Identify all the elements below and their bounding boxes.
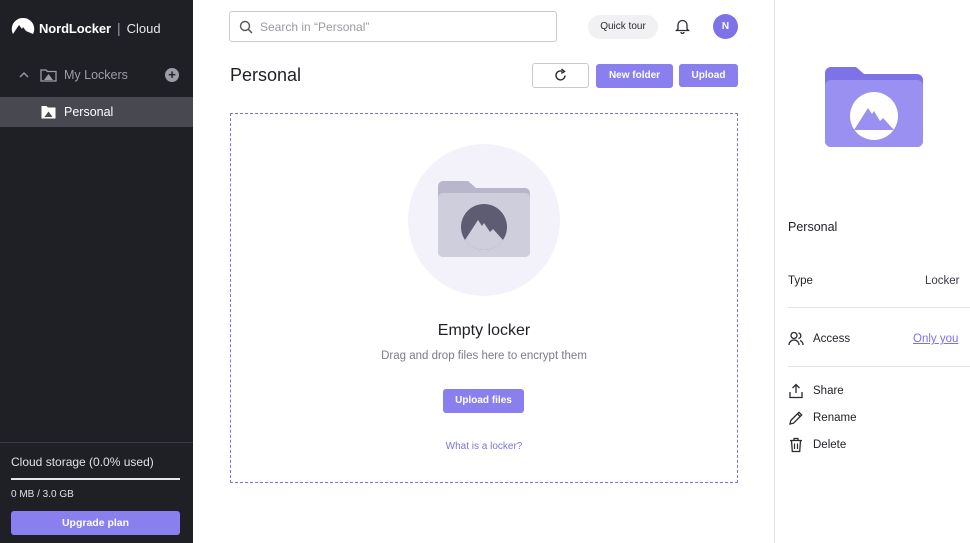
brand-name: NordLocker	[39, 20, 111, 36]
upload-button[interactable]: Upload	[679, 64, 738, 87]
divider	[788, 366, 970, 367]
divider	[788, 307, 970, 308]
upload-files-button[interactable]: Upload files	[443, 389, 524, 413]
search-box[interactable]	[229, 11, 557, 42]
sidebar-item-personal[interactable]: Personal	[0, 97, 193, 127]
new-folder-button[interactable]: New folder	[596, 64, 673, 88]
share-label: Share	[813, 385, 844, 397]
share-icon	[789, 383, 803, 399]
search-icon	[239, 20, 253, 34]
my-lockers-label: My Lockers	[64, 68, 128, 82]
rename-label: Rename	[813, 412, 857, 424]
storage-title: Cloud storage (0.0% used)	[11, 455, 154, 469]
bell-icon[interactable]	[675, 18, 690, 34]
pencil-icon	[789, 411, 803, 425]
brand-product: Cloud	[126, 20, 161, 36]
brand[interactable]: NordLocker | Cloud	[11, 16, 161, 40]
refresh-button[interactable]	[532, 63, 589, 88]
sidebar: NordLocker | Cloud My Lockers + Personal…	[0, 0, 193, 543]
users-icon	[788, 331, 804, 346]
refresh-icon	[555, 68, 566, 81]
lockers-icon	[40, 69, 57, 82]
storage-progress-bar	[11, 478, 180, 480]
access-label: Access	[813, 333, 851, 345]
empty-state-subtitle: Drag and drop files here to encrypt them	[381, 350, 587, 362]
storage-size: 0 MB / 3.0 GB	[11, 489, 74, 500]
type-label: Type	[788, 275, 813, 287]
empty-state-title: Empty locker	[437, 322, 531, 339]
nordlocker-logo-icon	[11, 17, 35, 34]
access-value-link[interactable]: Only you	[913, 333, 958, 345]
storage-panel: Cloud storage (0.0% used) 0 MB / 3.0 GB …	[0, 442, 193, 543]
app: NordLocker | Cloud My Lockers + Personal…	[0, 0, 970, 543]
upgrade-plan-button[interactable]: Upgrade plan	[11, 511, 180, 535]
details-title: Personal	[788, 220, 838, 234]
trash-icon	[790, 437, 802, 453]
add-locker-icon[interactable]: +	[165, 68, 179, 82]
search-input[interactable]	[260, 18, 550, 36]
brand-separator: |	[116, 20, 121, 36]
quick-tour-button[interactable]: Quick tour	[588, 15, 658, 39]
delete-label: Delete	[813, 439, 847, 451]
avatar[interactable]: N	[713, 14, 738, 39]
locker-folder-icon	[825, 67, 923, 147]
locker-icon	[41, 106, 56, 119]
details-panel: Personal Type Locker Access Only you Sha…	[774, 0, 970, 543]
folder-icon	[438, 181, 530, 257]
page-title: Personal	[230, 65, 302, 85]
empty-illustration	[408, 144, 560, 296]
type-value: Locker	[925, 275, 960, 287]
chevron-up-icon[interactable]	[18, 69, 30, 81]
sidebar-item-label: Personal	[64, 105, 114, 119]
what-is-locker-link[interactable]: What is a locker?	[231, 441, 737, 452]
my-lockers-row[interactable]: My Lockers +	[0, 62, 193, 88]
drop-zone[interactable]: Empty locker Drag and drop files here to…	[230, 113, 738, 483]
